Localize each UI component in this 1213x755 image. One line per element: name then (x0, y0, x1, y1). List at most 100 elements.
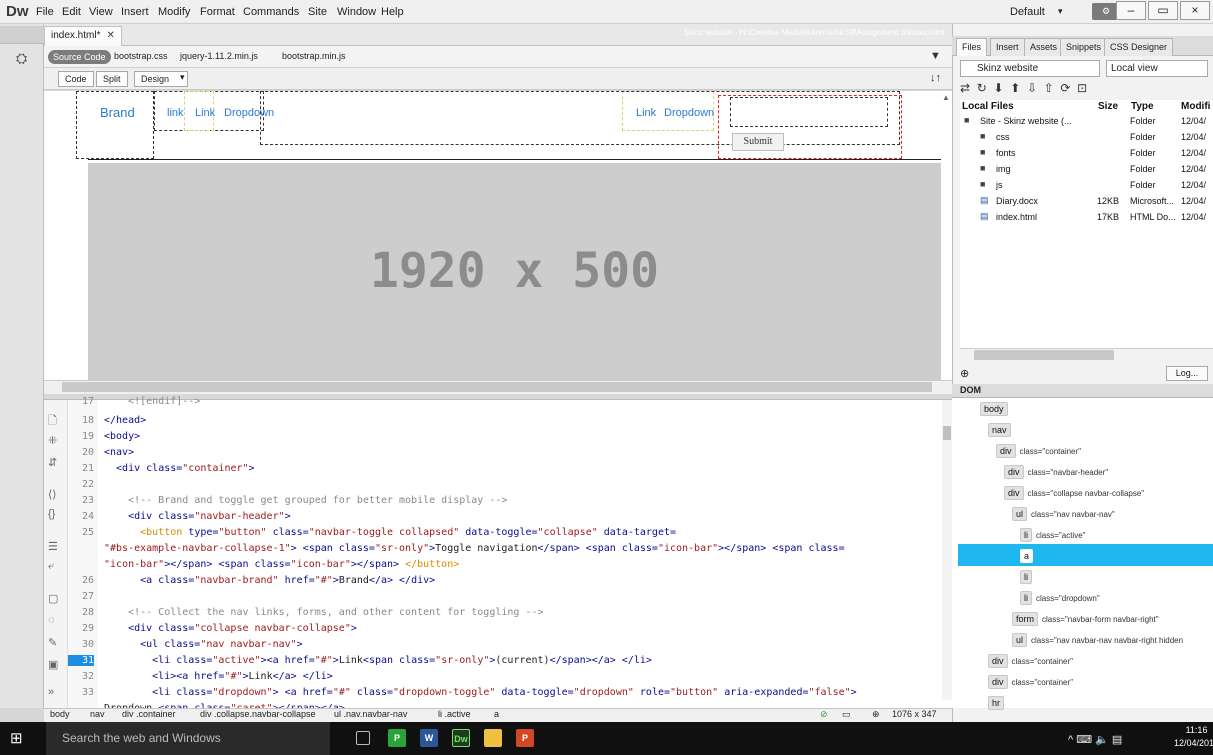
design-scroll-thumb[interactable] (62, 382, 932, 392)
code-line[interactable]: <li><a href="#">Link</a> </li> (104, 671, 333, 682)
code-line[interactable]: <ul class="nav navbar-nav"> (104, 639, 303, 650)
code-line[interactable]: <button type="button" class="navbar-togg… (104, 527, 676, 538)
dom-node[interactable]: li (1020, 570, 1036, 584)
word-icon[interactable]: W (420, 729, 438, 747)
dom-node[interactable]: div class="container" (996, 444, 1081, 458)
right-nav-link[interactable]: Link (636, 107, 656, 119)
line-numbers-icon[interactable]: ☰ (48, 540, 58, 553)
maximize-button[interactable]: ▭ (1148, 1, 1178, 20)
tag-selector-ul[interactable]: ul .nav.navbar-nav (334, 709, 407, 719)
menu-window[interactable]: Window (337, 6, 376, 18)
code-line[interactable]: <!-- Brand and toggle get grouped for be… (104, 495, 507, 506)
chevron-down-icon[interactable]: ▾ (180, 72, 185, 83)
column-local-files[interactable]: Local Files (962, 101, 1014, 112)
site-select[interactable]: Skinz website (960, 60, 1100, 77)
split-view-button[interactable]: Split (96, 71, 128, 87)
dom-panel-title[interactable]: DOM (960, 385, 981, 395)
related-file-bootstrap-css[interactable]: bootstrap.css (114, 51, 168, 61)
code-line[interactable]: <div class="collapse navbar-collapse"> (104, 623, 357, 634)
open-documents-icon[interactable]: 🗋 (48, 412, 57, 431)
menu-site[interactable]: Site (308, 6, 327, 18)
tag-selector-a[interactable]: a (494, 709, 499, 719)
taskbar-clock[interactable]: 11:16 12/04/2016 (1174, 724, 1213, 750)
menu-edit[interactable]: Edit (62, 6, 81, 18)
design-view[interactable]: Brand link Link Dropdown Link Dropdown S… (44, 91, 952, 394)
nav-link-2[interactable]: Link (195, 107, 215, 119)
check-out-icon[interactable]: ⇩ (1027, 81, 1037, 95)
code-vertical-scrollbar[interactable] (942, 400, 952, 700)
powerpoint-icon[interactable]: P (516, 729, 534, 747)
workspace-switcher[interactable]: Default (1010, 6, 1045, 18)
system-tray[interactable]: ^ ⌨ 🔈 ▤ (1068, 733, 1122, 746)
word-wrap-icon[interactable]: ⤶ (48, 560, 54, 573)
scroll-up-icon[interactable]: ▲ (942, 93, 950, 102)
dom-node[interactable]: div class="container" (988, 675, 1073, 689)
code-line[interactable]: <li class="active"><a href="#">Link<span… (104, 655, 652, 666)
column-modified[interactable]: Modifi (1181, 101, 1210, 112)
file-name[interactable]: Site - Skinz website (... (980, 116, 1072, 126)
filter-icon[interactable]: ▼ (930, 50, 941, 62)
file-name[interactable]: Diary.docx (996, 196, 1038, 206)
put-files-icon[interactable]: ⬆ (1010, 81, 1020, 95)
file-name[interactable]: index.html (996, 212, 1037, 222)
nav-link-1[interactable]: link (167, 107, 184, 119)
code-line[interactable]: </head> (104, 415, 146, 426)
insert-tool-icon[interactable]: ⛭ (16, 50, 27, 67)
column-size[interactable]: Size (1098, 101, 1118, 112)
expand-all-icon[interactable]: ⇵ (48, 456, 57, 469)
tab-snippets[interactable]: Snippets (1060, 38, 1108, 56)
window-size-icon[interactable]: ▭ (842, 709, 851, 720)
tab-insert[interactable]: Insert (990, 38, 1025, 56)
dom-node[interactable]: a (1020, 549, 1037, 563)
code-line[interactable]: <nav> (104, 447, 134, 458)
menu-view[interactable]: View (89, 6, 113, 18)
close-icon[interactable]: ✕ (106, 30, 114, 41)
code-line[interactable]: <a class="navbar-brand" href="#">Brand</… (104, 575, 435, 586)
connect-icon[interactable]: ⇄ (960, 81, 970, 95)
toolbar-grip[interactable] (0, 26, 44, 44)
dom-node[interactable]: form class="navbar-form navbar-right" (1012, 612, 1159, 626)
file-name[interactable]: img (996, 164, 1011, 174)
balance-braces-icon[interactable]: {} (48, 508, 55, 520)
dreamweaver-icon[interactable]: Dw (452, 729, 470, 747)
submit-button[interactable]: Submit (732, 133, 784, 151)
refresh-icon[interactable]: ↻ (977, 81, 987, 95)
get-files-icon[interactable]: ⬇ (993, 81, 1003, 95)
code-line[interactable]: "icon-bar"></span> <span class="icon-bar… (104, 559, 459, 570)
dom-node[interactable]: div class="navbar-header" (1004, 465, 1108, 479)
dom-node[interactable]: ul class="nav navbar-nav navbar-right hid… (1012, 633, 1183, 647)
view-select[interactable]: Local view (1106, 60, 1208, 77)
dom-node[interactable]: li class="active" (1020, 528, 1085, 542)
nav-dropdown[interactable]: Dropdown (224, 107, 274, 119)
tab-index-html[interactable]: index.html* ✕ (44, 26, 122, 46)
code-line[interactable]: <div class="container"> (104, 463, 255, 474)
publisher-icon[interactable]: P (388, 729, 406, 747)
code-line[interactable]: <!-- Collect the nav links, forms, and o… (104, 607, 543, 618)
source-code-button[interactable]: Source Code (48, 50, 111, 64)
recent-snippets-icon[interactable]: ▣ (48, 658, 58, 671)
code-line[interactable]: "#bs-example-navbar-collapse-1"> <span c… (104, 543, 845, 554)
chevron-down-icon[interactable]: ▾ (1058, 6, 1063, 17)
select-parent-tag-icon[interactable]: ⟨⟩ (48, 488, 57, 501)
globe-icon[interactable]: ⊕ (960, 367, 969, 380)
dom-node[interactable]: ul class="nav navbar-nav" (1012, 507, 1115, 521)
dom-node[interactable]: li class="dropdown" (1020, 591, 1100, 605)
right-nav-dropdown[interactable]: Dropdown (664, 107, 714, 119)
tag-selector-body[interactable]: body (50, 709, 70, 719)
dom-node[interactable]: nav (988, 423, 1015, 437)
more-icon[interactable]: » (48, 686, 54, 698)
code-line[interactable]: <li class="dropdown"> <a href="#" class=… (104, 687, 857, 698)
file-name[interactable]: fonts (996, 148, 1016, 158)
dom-selected-row[interactable] (958, 544, 1213, 566)
code-line[interactable]: <body> (104, 431, 140, 442)
tag-selector-li[interactable]: li .active (438, 709, 471, 719)
navbar-brand[interactable]: Brand (100, 105, 135, 120)
menu-commands[interactable]: Commands (243, 6, 299, 18)
menu-format[interactable]: Format (200, 6, 235, 18)
column-type[interactable]: Type (1131, 101, 1154, 112)
log-button[interactable]: Log... (1166, 366, 1208, 381)
comment-icon[interactable]: ▢ (48, 592, 58, 605)
dom-node[interactable]: div class="container" (988, 654, 1073, 668)
window-size-readout[interactable]: 1076 x 347 (892, 709, 937, 719)
wrap-tag-icon[interactable]: ✎ (48, 636, 57, 649)
